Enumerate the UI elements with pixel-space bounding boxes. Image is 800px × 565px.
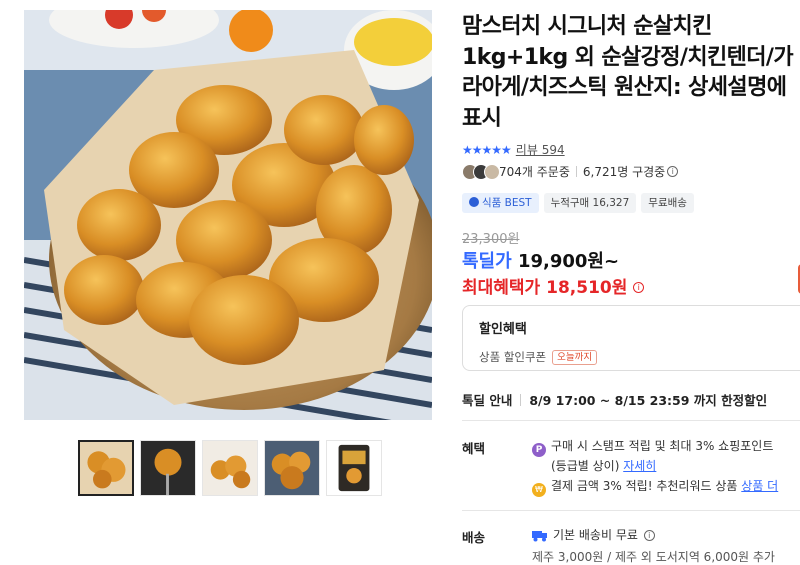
product-title: 맘스터치 시그니처 순살치킨 1kg+1kg 외 순살강정/치킨텐더/가라아게/… <box>462 14 794 131</box>
thumbnail-3[interactable] <box>202 440 258 496</box>
watchers-count: 6,721명 구경중 <box>582 165 666 179</box>
thumbnail-5[interactable] <box>326 440 382 496</box>
benefit-stamp-text: 구매 시 스탬프 적립 및 최대 3% 쇼핑포인트 <box>551 439 774 453</box>
main-product-image[interactable] <box>24 10 432 420</box>
deal-notice-label: 톡딜 안내 <box>462 393 513 408</box>
max-benefit-price: 최대혜택가 18,510원 i <box>462 273 645 298</box>
shipping-info-icon[interactable]: i <box>643 530 655 541</box>
stats-divider <box>575 166 577 177</box>
info-icon[interactable]: i <box>667 166 679 177</box>
discount-title: 할인혜택 <box>479 322 527 337</box>
shipping-fee-text: 기본 배송비 무료 <box>553 528 638 542</box>
max-benefit-value: 18,510원 <box>546 278 628 298</box>
tag-row: 식품 BEST 누적구매 16,327 무료배송 <box>462 193 694 213</box>
price-info-icon[interactable]: i <box>633 282 645 293</box>
benefit-stamp-note: (등급별 상이) <box>551 459 620 473</box>
shipping-label: 배송 <box>462 530 486 545</box>
deal-price-label: 톡딜가 <box>462 251 512 272</box>
thumbnail-1[interactable] <box>78 440 134 496</box>
rating-stars-icon: ★★★★★ <box>462 142 512 157</box>
best-badge[interactable]: 식품 BEST <box>462 193 539 213</box>
deal-notice-text: 8/9 17:00 ~ 8/15 23:59 까지 한정할인 <box>529 393 768 408</box>
rating-row: ★★★★★ 리뷰 594 <box>462 141 565 158</box>
stats-row: 704개 주문중 6,721명 구경중 i <box>462 163 679 180</box>
shipping-fee: 기본 배송비 무료 i <box>532 526 655 543</box>
thumbnail-4[interactable] <box>264 440 320 496</box>
benefit-reward-text: 결제 금액 3% 적립! 추천리워드 상품 <box>551 479 738 493</box>
detail-link[interactable]: 자세히 <box>623 459 656 473</box>
deal-notice-divider <box>520 393 522 406</box>
orders-count: 704개 주문중 <box>499 165 570 179</box>
truck-icon <box>532 531 547 542</box>
deal-price-value: 19,900원~ <box>517 251 620 272</box>
product-page: 맘스터치 시그니처 순살치킨 1kg+1kg 외 순살강정/치킨텐더/가라아게/… <box>0 0 800 565</box>
reward-product-link[interactable]: 상품 더 <box>741 479 778 493</box>
stamp-p-icon: P <box>532 443 546 457</box>
benefit-stamp: P 구매 시 스탬프 적립 및 최대 3% 쇼핑포인트 (등급별 상이) 자세히 <box>532 437 800 475</box>
buyer-avatars <box>462 163 500 180</box>
deal-notice: 톡딜 안내 8/9 17:00 ~ 8/15 23:59 까지 한정할인 <box>462 390 767 409</box>
cumulative-purchase-tag: 누적구매 16,327 <box>543 193 637 213</box>
free-shipping-tag: 무료배송 <box>641 193 694 213</box>
section-divider <box>462 420 800 421</box>
product-info: 맘스터치 시그니처 순살치킨 1kg+1kg 외 순살강정/치킨텐더/가라아게/… <box>462 0 800 565</box>
original-price: 23,300원 <box>462 232 520 247</box>
max-benefit-label: 최대혜택가 <box>462 278 541 298</box>
thumbnail-2[interactable] <box>140 440 196 496</box>
deal-price: 톡딜가 19,900원~ <box>462 247 619 273</box>
discount-box[interactable]: 할인혜택 상품 할인쿠폰 오늘까지 <box>462 305 800 371</box>
coupon-deadline-chip: 오늘까지 <box>552 349 598 365</box>
thumbnail-strip <box>78 440 382 496</box>
benefit-label: 혜택 <box>462 441 486 456</box>
review-link[interactable]: 리뷰 594 <box>516 141 565 158</box>
coin-icon: ₩ <box>532 483 546 497</box>
section-divider-2 <box>462 510 800 511</box>
shipping-extra: 제주 3,000원 / 제주 외 도서지역 6,000원 추가 <box>532 550 775 564</box>
coupon-text: 상품 할인쿠폰 <box>479 350 547 364</box>
benefit-reward: ₩ 결제 금액 3% 적립! 추천리워드 상품 상품 더 <box>532 477 778 497</box>
coupon-row: 상품 할인쿠폰 오늘까지 <box>479 349 800 365</box>
best-badge-icon <box>469 197 479 207</box>
